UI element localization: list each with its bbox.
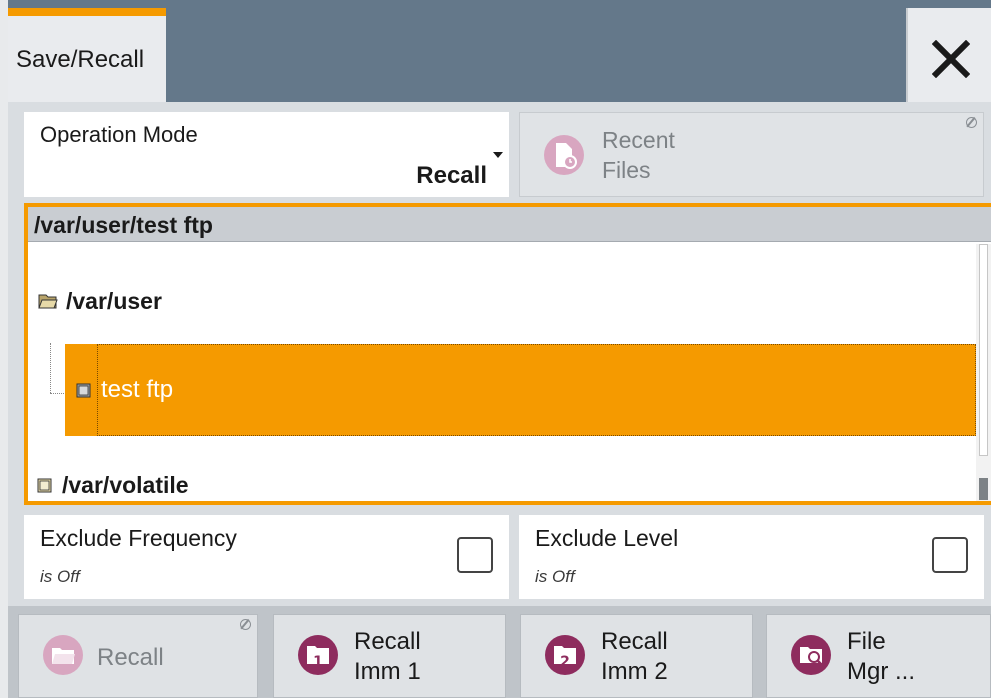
exclude-frequency-label: Exclude Frequency: [40, 525, 237, 551]
operation-mode-select[interactable]: Operation Mode Recall: [24, 112, 509, 197]
folder-open-icon: [38, 294, 58, 309]
file-manager-icon: [791, 635, 831, 675]
exclude-frequency-checkbox[interactable]: [457, 537, 493, 573]
exclude-level-checkbox[interactable]: [932, 537, 968, 573]
file-manager-label-1: File: [847, 628, 886, 655]
recall-label: Recall: [97, 644, 164, 671]
svg-text:2: 2: [560, 654, 570, 670]
folder-open-icon: [43, 635, 83, 675]
folder-closed-icon: [37, 478, 52, 493]
recall-imm-1-label-1: Recall: [354, 628, 421, 655]
tree-node-var-user[interactable]: /var/user: [38, 281, 162, 321]
exclude-level-state: is Off: [535, 567, 575, 586]
recall-imm-2-label-1: Recall: [601, 628, 668, 655]
save-recall-dialog: Save/Recall Operation Mode Recall Recent…: [0, 0, 991, 698]
file-manager-button[interactable]: File Mgr ...: [766, 614, 991, 698]
pin-icon: [966, 117, 977, 128]
title-tab[interactable]: Save/Recall: [8, 8, 166, 102]
recent-files-label-2: Files: [602, 157, 651, 183]
exclude-level-field[interactable]: Exclude Level is Off: [519, 515, 984, 599]
directory-tree[interactable]: /var/user/test ftp /var/user test ftp /v…: [24, 203, 991, 505]
tree-scrollbar[interactable]: [976, 244, 991, 501]
title-bar: Save/Recall: [8, 0, 991, 102]
tree-node-label: /var/volatile: [62, 471, 189, 498]
file-manager-label-2: Mgr ...: [847, 658, 916, 685]
recent-files-icon: [544, 135, 584, 175]
recall-imm-2-button[interactable]: 2 Recall Imm 2: [520, 614, 753, 698]
close-icon: [932, 40, 970, 78]
dialog-title: Save/Recall: [16, 46, 145, 73]
pin-icon: [240, 619, 251, 630]
svg-text:1: 1: [313, 654, 323, 670]
exclude-frequency-field[interactable]: Exclude Frequency is Off: [24, 515, 509, 599]
recall-button[interactable]: Recall: [18, 614, 258, 698]
dropdown-caret-icon: [493, 152, 503, 158]
recall-imm-2-icon: 2: [545, 635, 585, 675]
recall-imm-1-button[interactable]: 1 Recall Imm 1: [273, 614, 506, 698]
recall-imm-1-label-2: Imm 1: [354, 658, 421, 685]
recall-imm-1-icon: 1: [298, 635, 338, 675]
bottom-toolbar: Recall 1 Recall Imm 1 2 Recall Imm 2 Fil…: [8, 606, 991, 698]
current-path: /var/user/test ftp: [34, 212, 213, 238]
tree-connector: [50, 343, 51, 393]
close-button[interactable]: [906, 8, 991, 102]
tree-node-label: /var/user: [66, 287, 162, 314]
scrollbar-end[interactable]: [979, 478, 988, 500]
focus-outline: [97, 344, 976, 436]
scrollbar-thumb[interactable]: [979, 244, 988, 456]
operation-mode-value: Recall: [416, 162, 487, 189]
recall-imm-2-label-2: Imm 2: [601, 658, 668, 685]
recent-files-label-1: Recent: [602, 127, 675, 153]
exclude-level-label: Exclude Level: [535, 525, 679, 551]
folder-closed-icon: [76, 383, 91, 398]
current-path-bar: /var/user/test ftp: [28, 207, 991, 242]
exclude-frequency-state: is Off: [40, 567, 80, 586]
tree-node-var-volatile[interactable]: /var/volatile: [36, 465, 189, 505]
recent-files-button[interactable]: Recent Files: [519, 112, 984, 197]
operation-mode-label: Operation Mode: [40, 122, 198, 147]
tree-node-test-ftp[interactable]: test ftp: [65, 344, 976, 436]
